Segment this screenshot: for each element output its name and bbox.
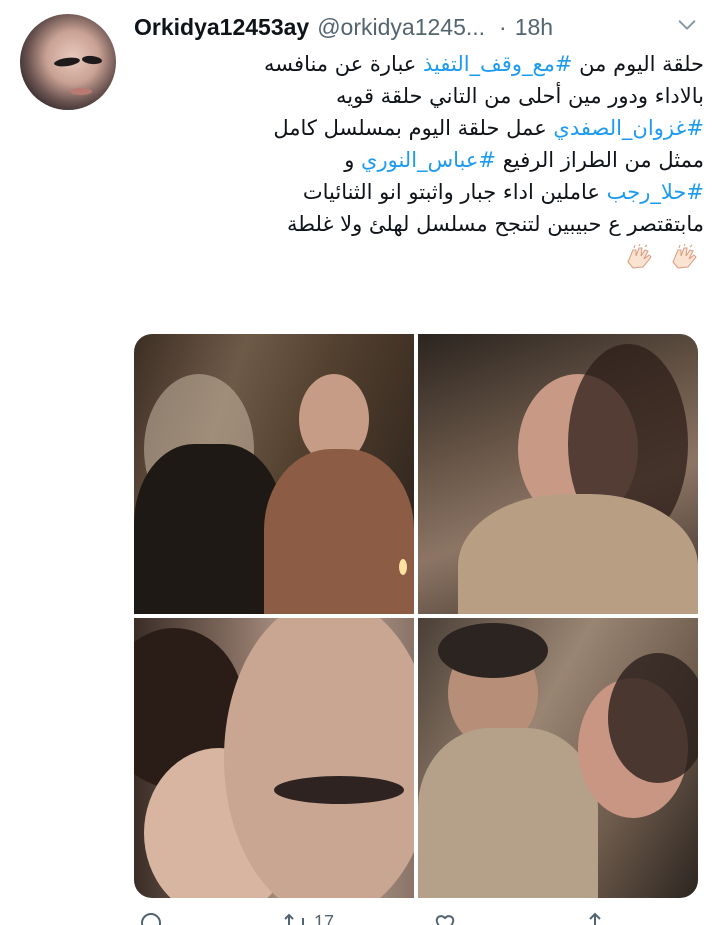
photo-figure xyxy=(608,653,698,783)
share-button[interactable] xyxy=(584,912,606,925)
media-photo-3[interactable] xyxy=(134,618,414,898)
photo-figure xyxy=(458,494,698,614)
photo-figure xyxy=(274,776,404,804)
avatar[interactable] xyxy=(20,14,116,110)
retweet-icon xyxy=(284,913,304,925)
hashtag-link[interactable]: #حلا_رجب xyxy=(607,180,704,204)
text-segment: عبارة عن منافسه xyxy=(264,52,423,76)
share-icon xyxy=(589,912,601,925)
retweet-button[interactable]: 17 xyxy=(284,912,334,925)
tweet-text: حلقة اليوم من #مع_وقف_التفيذ عبارة عن من… xyxy=(134,48,704,272)
photo-figure xyxy=(399,559,407,575)
hashtag-link[interactable]: #مع_وقف_التفيذ xyxy=(423,52,573,76)
display-name[interactable]: Orkidya12453ay xyxy=(134,14,309,41)
user-handle[interactable]: @orkidya1245... xyxy=(317,14,485,41)
reply-icon xyxy=(141,913,161,925)
tweet-line: #حلا_رجب عاملين اداء جبار واثبتو انو الث… xyxy=(134,176,704,208)
tweet-line: مابتقتصر ع حبيبين لتنجح مسلسل لهلئ ولا غ… xyxy=(287,212,704,236)
retweet-count: 17 xyxy=(314,912,335,925)
text-segment: عمل حلقة اليوم بمسلسل كامل xyxy=(273,116,554,140)
text-segment: حلقة اليوم من xyxy=(572,52,704,76)
timestamp[interactable]: 18h xyxy=(515,14,553,41)
tweet-header: Orkidya12453ay @orkidya1245... · 18h xyxy=(134,10,704,44)
like-button[interactable] xyxy=(434,912,456,925)
text-segment: و xyxy=(344,148,362,172)
photo-figure xyxy=(224,618,414,898)
photo-figure xyxy=(438,623,548,678)
media-photo-1[interactable] xyxy=(134,334,414,614)
photo-figure xyxy=(134,444,284,614)
hashtag-link[interactable]: #غزوان_الصفدي xyxy=(553,116,704,140)
separator-dot: · xyxy=(499,13,507,40)
emoji-line xyxy=(134,240,704,272)
text-segment: ممثل من الطراز الرفيع xyxy=(496,148,704,172)
text-segment: عاملين اداء جبار واثبتو انو الثنائيات xyxy=(302,180,607,204)
heart-icon xyxy=(435,915,455,925)
tweet-line: ممثل من الطراز الرفيع #عباس_النوري و xyxy=(134,144,704,176)
media-grid xyxy=(134,334,698,898)
media-photo-2[interactable] xyxy=(418,334,698,614)
photo-figure xyxy=(418,728,598,898)
photo-figure xyxy=(264,449,414,614)
media-photo-4[interactable] xyxy=(418,618,698,898)
avatar-eye xyxy=(81,54,103,66)
avatar-lips xyxy=(70,88,92,95)
tweet-actions: 17 xyxy=(134,912,694,925)
clapping-hands-emoji-icon xyxy=(627,244,652,269)
tweet-line: حلقة اليوم من #مع_وقف_التفيذ عبارة عن من… xyxy=(134,48,704,80)
hashtag-link[interactable]: #عباس_النوري xyxy=(361,148,496,172)
tweet-line: بالاداء ودور مين أحلى من التاني حلقة قوي… xyxy=(336,84,704,108)
chevron-down-icon[interactable] xyxy=(676,14,698,36)
clapping-hands-emoji-icon xyxy=(672,244,697,269)
tweet-line: #غزوان_الصفدي عمل حلقة اليوم بمسلسل كامل xyxy=(134,112,704,144)
avatar-eye xyxy=(53,56,81,68)
reply-button[interactable] xyxy=(140,912,162,925)
